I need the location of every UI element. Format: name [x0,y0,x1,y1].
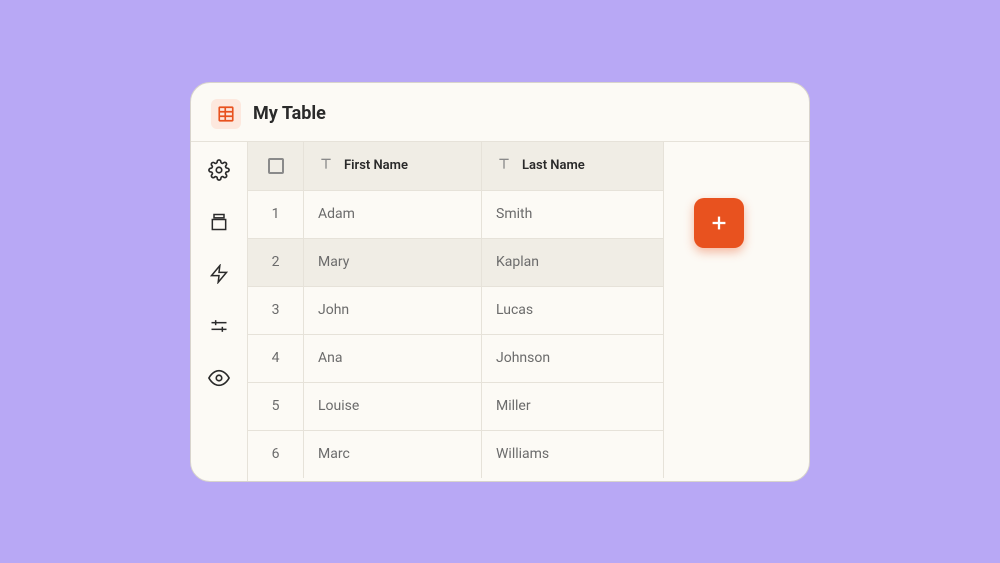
table-area: First Name Last Name 1AdamSmith2MaryKapl… [247,141,809,481]
sidebar-item-settings[interactable] [207,158,231,182]
cell-last-name[interactable]: Miller [482,383,664,430]
bolt-icon [209,264,229,284]
row-number-cell: 6 [248,431,304,478]
table-row[interactable]: 2MaryKaplan [248,238,664,286]
row-number-cell: 5 [248,383,304,430]
page-title: My Table [253,103,326,124]
table-icon [211,99,241,129]
cell-first-name[interactable]: Louise [304,383,482,430]
cell-last-name[interactable]: Lucas [482,287,664,334]
gear-icon [208,159,230,181]
eye-icon [208,367,230,389]
sliders-icon [209,316,229,336]
column-header-label: Last Name [522,158,585,173]
text-type-icon [496,156,512,176]
data-table: First Name Last Name 1AdamSmith2MaryKapl… [248,142,664,481]
table-header-row: First Name Last Name [248,142,664,190]
add-button[interactable] [694,198,744,248]
body: First Name Last Name 1AdamSmith2MaryKapl… [191,141,809,481]
row-number-cell: 1 [248,191,304,238]
titlebar: My Table [191,83,809,141]
row-number-cell: 2 [248,239,304,286]
cell-last-name[interactable]: Smith [482,191,664,238]
table-row[interactable]: 4AnaJohnson [248,334,664,382]
cell-first-name[interactable]: Marc [304,431,482,478]
select-all-cell[interactable] [248,142,304,190]
plus-icon [708,212,730,234]
cell-first-name[interactable]: Ana [304,335,482,382]
sidebar-item-archive[interactable] [207,210,231,234]
sidebar-item-automations[interactable] [207,262,231,286]
right-pane [664,142,809,481]
row-number-cell: 4 [248,335,304,382]
table-row[interactable]: 3JohnLucas [248,286,664,334]
text-type-icon [318,156,334,176]
cell-last-name[interactable]: Johnson [482,335,664,382]
cell-first-name[interactable]: Mary [304,239,482,286]
cell-first-name[interactable]: Adam [304,191,482,238]
row-number-cell: 3 [248,287,304,334]
column-header-first-name[interactable]: First Name [304,142,482,190]
table-row[interactable]: 1AdamSmith [248,190,664,238]
table-window: My Table [190,82,810,482]
table-row[interactable]: 6MarcWilliams [248,430,664,478]
sidebar-item-filters[interactable] [207,314,231,338]
cell-first-name[interactable]: John [304,287,482,334]
column-header-last-name[interactable]: Last Name [482,142,664,190]
checkbox-icon [268,158,284,174]
table-row[interactable]: 5LouiseMiller [248,382,664,430]
cell-last-name[interactable]: Williams [482,431,664,478]
sidebar [191,141,247,481]
sidebar-item-visibility[interactable] [207,366,231,390]
column-header-label: First Name [344,158,408,173]
archive-icon [209,212,229,232]
cell-last-name[interactable]: Kaplan [482,239,664,286]
